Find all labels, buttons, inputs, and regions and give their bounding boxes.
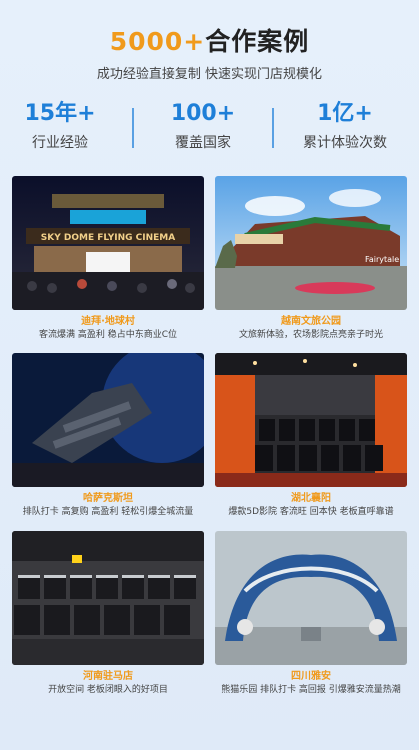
case-card-xiangyang[interactable]: 湖北襄阳 爆款5D影院 客流旺 回本快 老板直呼靠谱	[215, 353, 407, 523]
title-text: 合作案例	[205, 27, 310, 56]
case-desc: 开放空间 老板闭眼入的好项目	[48, 685, 168, 695]
stat-value: 1亿+	[317, 101, 373, 126]
case-card-kazakhstan[interactable]: 哈萨克斯坦 排队打卡 高复购 高盈利 轻松引爆全城流量	[12, 353, 204, 523]
case-desc: 文旅新体验，农场影院点亮亲子时光	[238, 330, 383, 340]
case-title: 越南文旅公园	[281, 316, 341, 327]
case-title: 哈萨克斯坦	[83, 493, 133, 504]
case-card-dubai[interactable]: SKY DOME FLYING CINEMA 迪拜·地球村 客流爆满 高盈利 稳…	[12, 176, 204, 346]
case-title: 河南驻马店	[83, 671, 133, 682]
case-photo	[215, 531, 407, 665]
page-title: 5000+合作案例	[0, 22, 419, 58]
page-subtitle: 成功经验直接复制 快速实现门店规模化	[96, 67, 323, 82]
case-desc: 排队打卡 高复购 高盈利 轻松引爆全城流量	[22, 507, 194, 517]
case-photo: Fairytale	[215, 176, 407, 310]
case-card-yaan[interactable]: 四川雅安 熊猫乐园 排队打卡 高回报 引爆雅安流量热潮	[215, 531, 407, 701]
stat-label: 行业经验	[32, 135, 88, 151]
stat-value: 100+	[170, 101, 236, 126]
stat-divider	[272, 108, 274, 148]
stats-row: 15年+ 行业经验 100+ 覆盖国家 1亿+ 累计体验次数	[0, 100, 419, 160]
stat-visits: 1亿+ 累计体验次数	[285, 100, 405, 152]
case-photo: SKY DOME FLYING CINEMA	[12, 176, 204, 310]
stat-experience: 15年+ 行业经验	[0, 100, 120, 152]
case-photo	[12, 531, 204, 665]
case-card-zhumadian[interactable]: 河南驻马店 开放空间 老板闭眼入的好项目	[12, 531, 204, 701]
case-card-vietnam[interactable]: Fairytale 越南文旅公园 文旅新体验，农场影院点亮亲子时光	[215, 176, 407, 346]
case-photo	[12, 353, 204, 487]
stat-countries: 100+ 覆盖国家	[143, 100, 263, 152]
title-accent: 5000+	[109, 27, 206, 56]
stat-label: 覆盖国家	[175, 135, 231, 151]
case-desc: 爆款5D影院 客流旺 回本快 老板直呼靠谱	[228, 507, 394, 517]
case-desc: 客流爆满 高盈利 稳占中东商业C位	[38, 330, 177, 340]
case-title: 迪拜·地球村	[81, 316, 135, 327]
stat-value: 15年+	[24, 101, 96, 126]
case-title: 四川雅安	[291, 671, 331, 682]
case-photo	[215, 353, 407, 487]
stat-divider	[132, 108, 134, 148]
case-title: 湖北襄阳	[291, 493, 331, 504]
park-sign: Fairytale	[365, 255, 399, 264]
case-desc: 熊猫乐园 排队打卡 高回报 引爆雅安流量热潮	[221, 685, 401, 695]
cinema-sign: SKY DOME FLYING CINEMA	[41, 233, 175, 243]
stat-label: 累计体验次数	[303, 135, 387, 151]
